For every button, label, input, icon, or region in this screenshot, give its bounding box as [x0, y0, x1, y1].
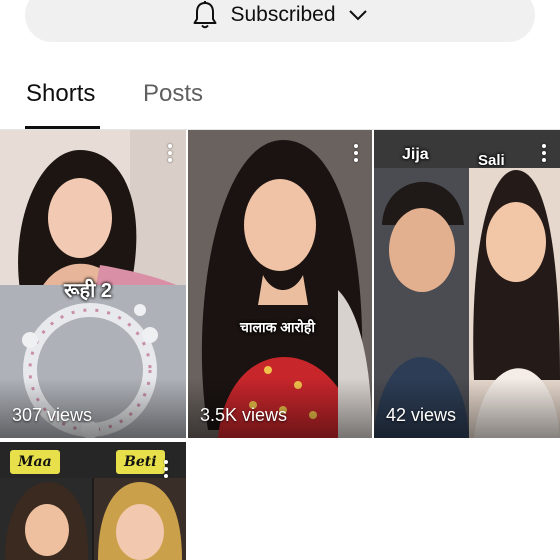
short-view-count: 3.5K views	[200, 405, 288, 425]
tab-shorts[interactable]: Shorts	[26, 80, 95, 120]
short-overlay-caption-left: Jija	[402, 146, 429, 163]
short-caption-tag-right: Beti	[116, 450, 165, 474]
more-options-icon[interactable]	[164, 460, 168, 481]
tab-posts[interactable]: Posts	[143, 80, 203, 120]
bell-icon	[192, 0, 218, 30]
chevron-down-icon	[348, 9, 368, 21]
more-options-icon[interactable]	[542, 144, 546, 165]
channel-tabs: Shorts Posts	[0, 70, 560, 130]
more-options-icon[interactable]	[168, 144, 172, 165]
short-view-count: 42 views	[386, 405, 457, 425]
short-thumbnail[interactable]: Maa Beti	[0, 442, 186, 560]
short-overlay-caption: रूही 2	[64, 280, 113, 302]
short-overlay-caption: चालाक आरोही	[240, 319, 315, 335]
more-options-icon[interactable]	[354, 144, 358, 165]
short-thumbnail[interactable]: रूही 2 307 views	[0, 130, 186, 438]
subscribed-label: Subscribed	[230, 3, 336, 26]
short-view-count: 307 views	[12, 405, 93, 425]
short-thumbnail[interactable]: चालाक आरोही 3.5K views	[188, 130, 372, 438]
shorts-grid: रूही 2 307 views चालाक आरोही 3.5K views	[0, 130, 560, 560]
subscribed-button[interactable]: Subscribed	[25, 0, 535, 42]
short-thumbnail[interactable]: Jija Sali 42 views	[374, 130, 560, 438]
short-overlay-caption-right: Sali	[478, 152, 505, 169]
short-caption-tag-left: Maa	[10, 450, 60, 474]
